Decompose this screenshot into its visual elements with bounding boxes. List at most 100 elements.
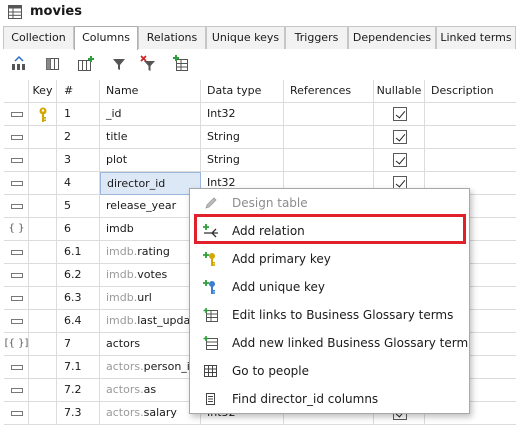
column-references[interactable] <box>284 126 374 149</box>
field-icon <box>11 411 23 416</box>
header-nullable[interactable]: Nullable <box>374 80 425 103</box>
menu-item-add-relation[interactable]: Add relation <box>190 217 469 245</box>
row-selector[interactable] <box>4 195 29 218</box>
column-name[interactable]: imdb <box>100 218 201 241</box>
add-column-icon[interactable] <box>77 55 95 73</box>
nullable-checkbox[interactable] <box>393 130 407 144</box>
menu-item-label: Go to people <box>232 364 309 378</box>
header-description[interactable]: Description <box>425 80 516 103</box>
column-description[interactable] <box>425 149 516 172</box>
key-cell <box>29 103 57 126</box>
menu-item-label: Design table <box>232 196 308 210</box>
key-cell <box>29 379 57 402</box>
column-name[interactable]: actors <box>100 333 201 356</box>
column-description[interactable] <box>425 126 516 149</box>
column-number: 7.1 <box>57 356 100 379</box>
field-icon <box>11 273 23 278</box>
row-selector[interactable] <box>4 149 29 172</box>
header-data-type[interactable]: Data type <box>201 80 284 103</box>
column-number: 3 <box>57 149 100 172</box>
table-row[interactable]: 2 title String <box>4 126 516 149</box>
column-references[interactable] <box>284 103 374 126</box>
menu-item-label: Add relation <box>232 224 305 238</box>
window-title: movies <box>30 4 82 19</box>
columns-view-icon[interactable] <box>44 55 62 73</box>
header-key[interactable]: Key <box>29 80 57 103</box>
sort-columns-icon[interactable] <box>10 55 28 73</box>
column-path-prefix: imdb. <box>106 291 138 304</box>
column-name[interactable]: actors.person_id <box>100 356 201 379</box>
column-number: 7.2 <box>57 379 100 402</box>
menu-item-edit-glossary-links[interactable]: Edit links to Business Glossary terms <box>190 301 469 329</box>
tab-columns[interactable]: Columns <box>74 26 138 50</box>
tab-collection[interactable]: Collection <box>3 26 74 49</box>
header-number[interactable]: # <box>57 80 100 103</box>
menu-item-add-unique-key[interactable]: Add unique key <box>190 273 469 301</box>
menu-item-label: Add new linked Business Glossary term <box>232 336 469 350</box>
tab-unique-keys[interactable]: Unique keys <box>206 26 285 49</box>
context-menu: Design table Add relation Add primary ke… <box>189 188 470 414</box>
column-name[interactable]: imdb.last_updated <box>100 310 201 333</box>
column-name[interactable]: actors.as <box>100 379 201 402</box>
clear-filter-icon[interactable] <box>140 55 158 73</box>
column-name[interactable]: _id <box>100 103 201 126</box>
column-name[interactable]: imdb.votes <box>100 264 201 287</box>
column-name-text: actors <box>106 337 141 350</box>
nullable-checkbox[interactable] <box>393 107 407 121</box>
column-data-type[interactable]: String <box>201 126 284 149</box>
business-glossary-icon[interactable] <box>172 55 190 73</box>
key-cell <box>29 172 57 195</box>
row-selector[interactable]: { } <box>4 218 29 241</box>
column-number: 6.2 <box>57 264 100 287</box>
row-selector[interactable] <box>4 103 29 126</box>
menu-item-go-to-people[interactable]: Go to people <box>190 357 469 385</box>
column-name[interactable]: actors.salary <box>100 402 201 425</box>
row-selector[interactable]: [{ }] <box>4 333 29 356</box>
filter-icon[interactable] <box>110 55 128 73</box>
tab-linked-terms[interactable]: Linked terms <box>436 26 516 49</box>
column-path-prefix: actors. <box>106 360 144 373</box>
table-row[interactable]: 3 plot String <box>4 149 516 172</box>
row-selector[interactable] <box>4 126 29 149</box>
row-selector[interactable] <box>4 356 29 379</box>
table-icon <box>8 5 22 19</box>
column-name[interactable]: imdb.rating <box>100 241 201 264</box>
header-name[interactable]: Name <box>100 80 201 103</box>
field-icon <box>11 388 23 393</box>
tab-triggers[interactable]: Triggers <box>285 26 348 49</box>
nullable-cell <box>374 103 425 126</box>
menu-item-add-primary-key[interactable]: Add primary key <box>190 245 469 273</box>
column-name[interactable]: plot <box>100 149 201 172</box>
column-path-prefix: actors. <box>106 406 144 419</box>
field-icon <box>11 158 23 163</box>
column-references[interactable] <box>284 149 374 172</box>
row-selector[interactable] <box>4 379 29 402</box>
column-name[interactable]: title <box>100 126 201 149</box>
column-data-type[interactable]: String <box>201 149 284 172</box>
primary-key-icon <box>39 107 47 122</box>
column-data-type[interactable]: Int32 <box>201 103 284 126</box>
row-selector[interactable] <box>4 402 29 425</box>
tab-relations[interactable]: Relations <box>138 26 206 49</box>
column-name[interactable]: director_id <box>100 172 201 195</box>
column-name-text: release_year <box>106 199 177 212</box>
header-references[interactable]: References <box>284 80 374 103</box>
column-description[interactable] <box>425 103 516 126</box>
row-selector[interactable] <box>4 241 29 264</box>
column-name-text: salary <box>143 406 177 419</box>
menu-item-add-glossary-term[interactable]: Add new linked Business Glossary term <box>190 329 469 357</box>
key-cell <box>29 149 57 172</box>
row-selector[interactable] <box>4 264 29 287</box>
menu-item-design-table[interactable]: Design table <box>190 189 469 217</box>
tab-dependencies[interactable]: Dependencies <box>348 26 436 49</box>
column-name[interactable]: imdb.url <box>100 287 201 310</box>
row-selector[interactable] <box>4 310 29 333</box>
row-selector[interactable] <box>4 172 29 195</box>
table-row[interactable]: 1 _id Int32 <box>4 103 516 126</box>
column-name[interactable]: release_year <box>100 195 201 218</box>
nullable-checkbox[interactable] <box>393 153 407 167</box>
menu-item-find-columns[interactable]: Find director_id columns <box>190 385 469 413</box>
row-selector[interactable] <box>4 287 29 310</box>
add-unique-key-icon <box>203 280 215 294</box>
column-number: 6 <box>57 218 100 241</box>
